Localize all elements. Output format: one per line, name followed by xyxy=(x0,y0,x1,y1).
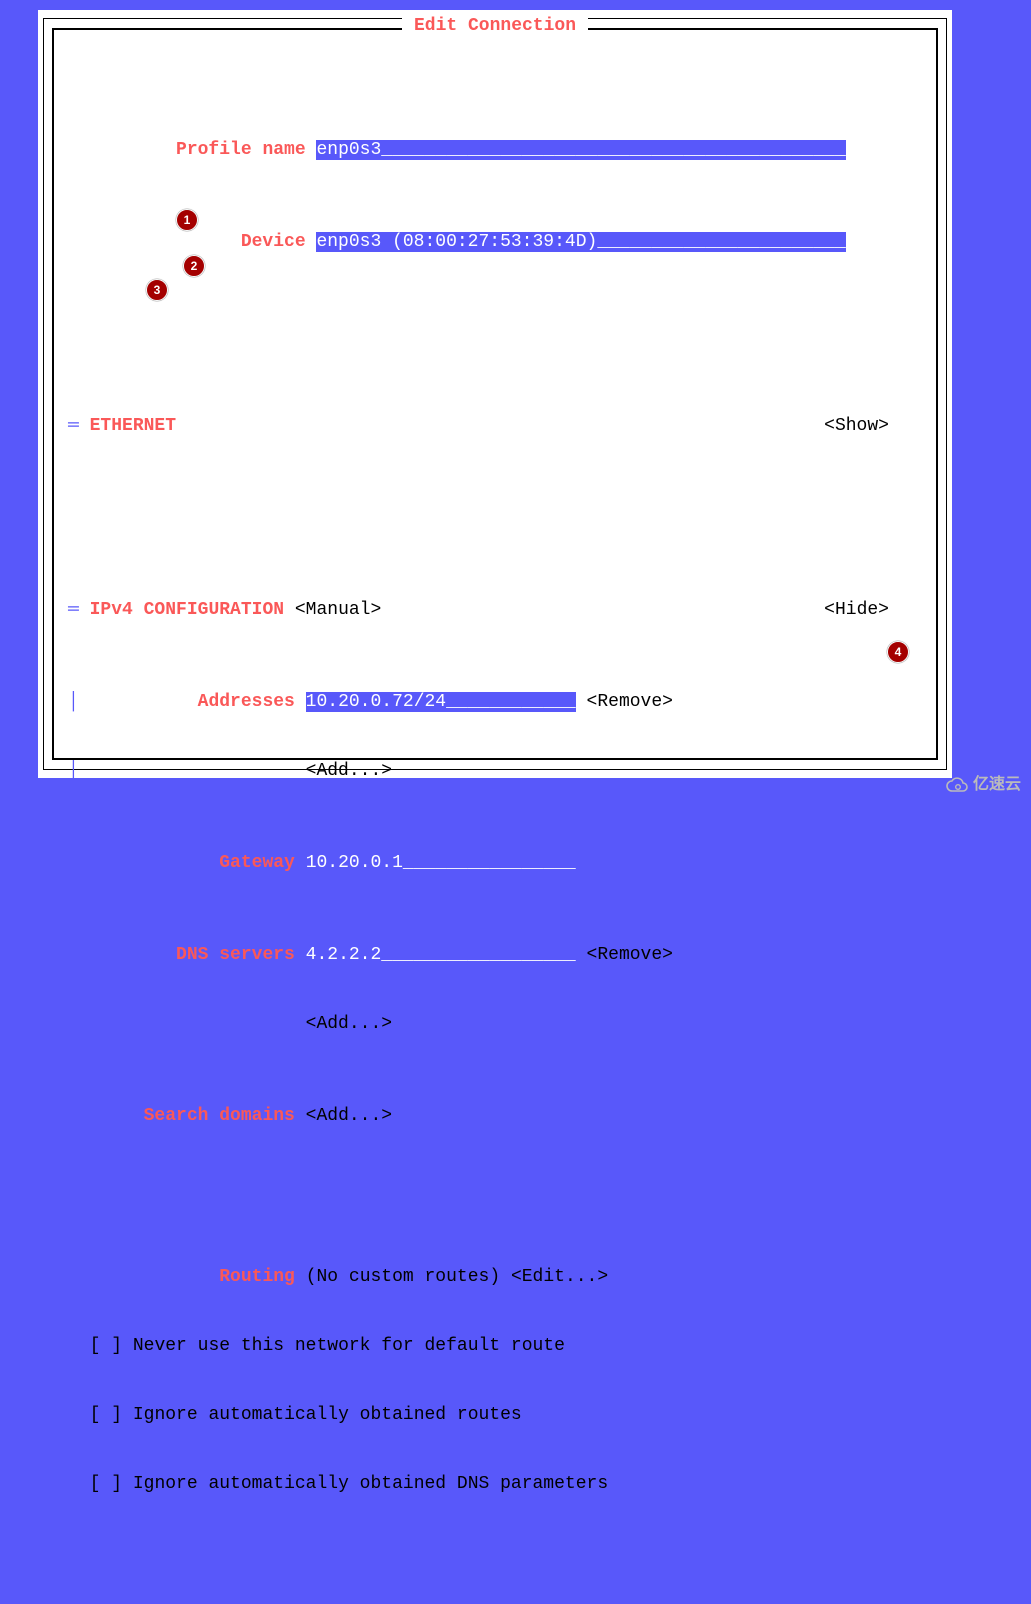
addresses-label: Addresses xyxy=(198,692,295,712)
edit-connection-dialog: Edit Connection Profile name enp0s3_____… xyxy=(38,10,952,778)
routing-edit-button[interactable]: <Edit...> xyxy=(511,1267,608,1287)
annotation-badge-1: 1 xyxy=(176,209,198,231)
cloud-icon xyxy=(945,775,969,795)
checkbox-ignore-dns[interactable]: [ ] xyxy=(90,1474,122,1494)
checkbox-label: Ignore automatically obtained routes xyxy=(133,1405,522,1425)
dns-add-button[interactable]: <Add...> xyxy=(306,1014,392,1034)
dns-label: DNS servers xyxy=(176,945,295,965)
search-domains-add-button[interactable]: <Add...> xyxy=(306,1106,392,1126)
search-domains-label: Search domains xyxy=(144,1106,295,1126)
annotation-badge-2: 2 xyxy=(183,255,205,277)
ipv4-header: IPv4 CONFIGURATION xyxy=(90,600,284,620)
gateway-label: Gateway xyxy=(219,853,295,873)
routing-row: │ Routing (No custom routes) <Edit...> xyxy=(68,1266,922,1289)
annotation-badge-3: 3 xyxy=(146,279,168,301)
ethernet-toggle[interactable]: <Show> xyxy=(824,416,889,436)
dns-remove-button[interactable]: <Remove> xyxy=(587,945,673,965)
watermark: 亿速云 xyxy=(945,773,1021,796)
addresses-row: │ Addresses 10.20.0.72/24____________ <R… xyxy=(68,691,922,714)
address-add-button[interactable]: <Add...> xyxy=(306,761,392,781)
checkbox-label: Ignore automatically obtained DNS parame… xyxy=(133,1474,608,1494)
device-row: Device enp0s3 (08:00:27:53:39:4D)_______… xyxy=(68,231,922,254)
dialog-title: Edit Connection xyxy=(402,15,588,38)
profile-name-label: Profile name xyxy=(176,140,306,160)
dns-row: │ DNS servers 4.2.2.2__________________ … xyxy=(68,944,922,967)
gateway-row: │ Gateway 10.20.0.1________________ xyxy=(68,852,922,875)
annotation-badge-4: 4 xyxy=(887,641,909,663)
ipv4-section-row: ═ IPv4 CONFIGURATION <Manual> <Hide> xyxy=(68,599,922,622)
ipv4-toggle[interactable]: <Hide> xyxy=(824,600,889,620)
dialog-body: Profile name enp0s3_____________________… xyxy=(68,70,922,738)
ethernet-header: ETHERNET xyxy=(90,416,176,436)
device-input[interactable]: enp0s3 (08:00:27:53:39:4D)______________… xyxy=(316,232,845,252)
device-label: Device xyxy=(241,232,306,252)
checkbox-ignore-routes[interactable]: [ ] xyxy=(90,1405,122,1425)
title-bar: Edit Connection xyxy=(38,15,952,38)
routing-label: Routing xyxy=(219,1267,295,1287)
ipv4-mode-select[interactable]: <Manual> xyxy=(295,600,381,620)
profile-name-input[interactable]: enp0s3__________________________________… xyxy=(316,140,845,160)
address-input[interactable]: 10.20.0.72/24____________ xyxy=(306,692,576,712)
gateway-input[interactable]: 10.20.0.1________________ xyxy=(306,853,576,873)
ethernet-section-row: ═ ETHERNET <Show> xyxy=(68,415,922,438)
tree-pipe-icon: │ xyxy=(68,692,79,712)
search-domains-row: │ Search domains <Add...> xyxy=(68,1105,922,1128)
checkbox-label: Never use this network for default route xyxy=(133,1336,565,1356)
checkbox-never-default[interactable]: [ ] xyxy=(90,1336,122,1356)
profile-name-row: Profile name enp0s3_____________________… xyxy=(68,139,922,162)
dns-input[interactable]: 4.2.2.2__________________ xyxy=(306,945,576,965)
section-glyph-icon: ═ xyxy=(68,416,79,436)
routing-value: (No custom routes) xyxy=(306,1267,500,1287)
address-remove-button[interactable]: <Remove> xyxy=(587,692,673,712)
section-glyph-icon: ═ xyxy=(68,600,79,620)
